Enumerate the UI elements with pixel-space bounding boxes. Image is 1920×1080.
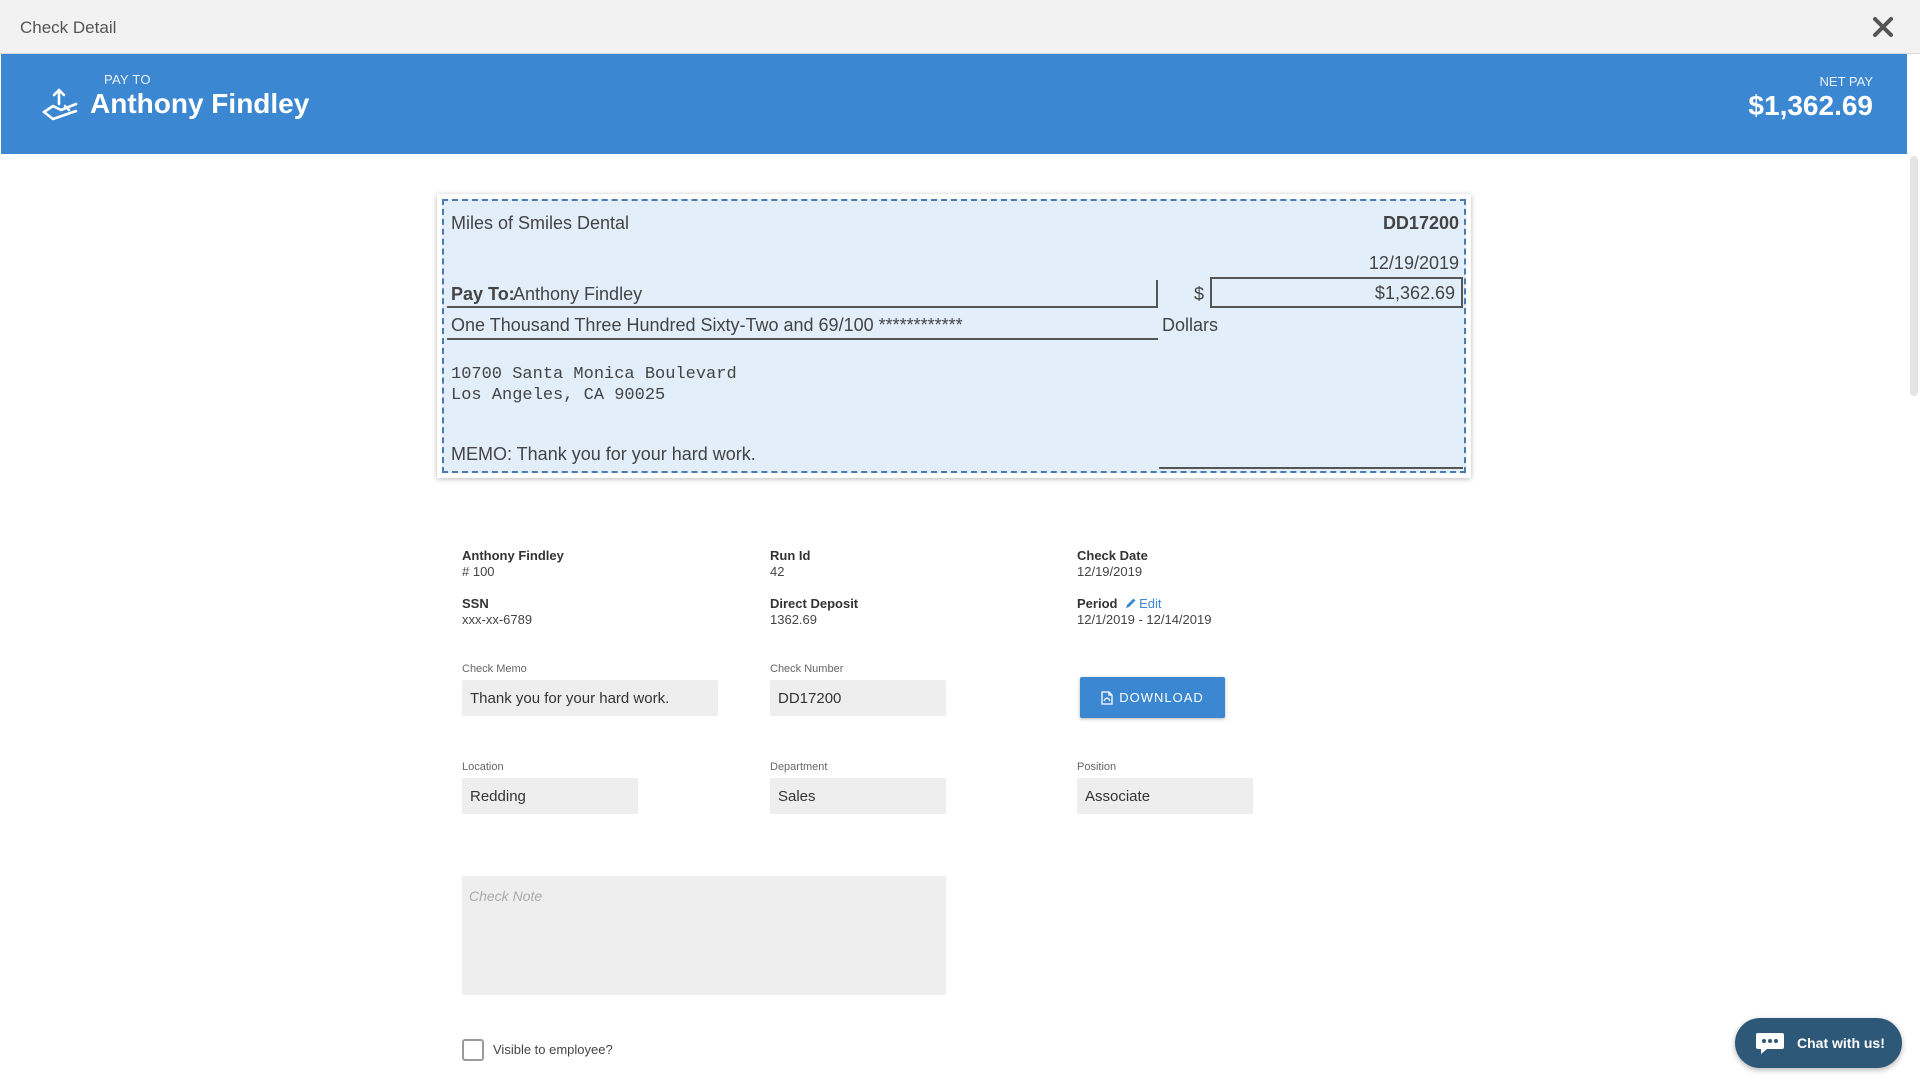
period-value: 12/1/2019 - 12/14/2019 <box>1077 612 1212 627</box>
payee-name: Anthony Findley <box>90 88 310 119</box>
check-number-input[interactable] <box>770 680 946 716</box>
check-preview: Miles of Smiles Dental DD17200 12/19/201… <box>437 194 1471 478</box>
chat-label: Chat with us! <box>1797 1035 1885 1051</box>
location-input[interactable] <box>462 778 638 814</box>
signature-line <box>1159 467 1463 469</box>
direct-deposit-value: 1362.69 <box>770 612 817 627</box>
run-id-label: Run Id <box>770 548 811 563</box>
direct-deposit-info: Direct Deposit 1362.69 <box>770 596 858 628</box>
visible-to-employee-label: Visible to employee? <box>493 1042 613 1057</box>
check-address-line2: Los Angeles, CA 90025 <box>451 386 666 405</box>
check-memo-input[interactable] <box>462 680 718 716</box>
check-date-value: 12/19/2019 <box>1077 564 1143 579</box>
direct-deposit-label: Direct Deposit <box>770 596 859 611</box>
check-note-textarea[interactable] <box>462 876 946 995</box>
pay-header: PAY TO Anthony Findley NET PAY $1,362.69 <box>1 54 1907 154</box>
check-payto-name: Anthony Findley <box>513 284 643 304</box>
title-bar: Check Detail <box>0 0 1920 54</box>
close-icon[interactable] <box>1870 14 1896 40</box>
check-payto-line: Pay To: Anthony Findley <box>447 280 1158 308</box>
position-input[interactable] <box>1077 778 1253 814</box>
payto-label: PAY TO <box>104 72 151 87</box>
check-memo-label: Check Memo <box>462 663 527 675</box>
download-button[interactable]: DOWNLOAD <box>1080 677 1225 718</box>
pencil-icon <box>1126 598 1136 608</box>
window-title: Check Detail <box>20 18 117 37</box>
visible-to-employee-checkbox[interactable] <box>462 1039 484 1061</box>
position-label: Position <box>1077 761 1117 773</box>
check-body: Miles of Smiles Dental DD17200 12/19/201… <box>442 199 1466 473</box>
period-info: Period Edit 12/1/2019 - 12/14/2019 <box>1077 596 1211 628</box>
check-memo: MEMO: Thank you for your hard work. <box>451 444 756 464</box>
net-pay-label: NET PAY <box>1819 74 1873 89</box>
period-edit-label: Edit <box>1139 596 1162 611</box>
check-amount: $1,362.69 <box>1210 277 1463 308</box>
net-pay-value: $1,362.69 <box>1748 90 1873 121</box>
check-number-label: Check Number <box>770 663 844 675</box>
check-dollars-label: Dollars <box>1162 315 1219 335</box>
chat-bubble-icon <box>1756 1033 1784 1054</box>
check-date-info: Check Date 12/19/2019 <box>1077 548 1148 580</box>
employee-number: # 100 <box>462 564 495 579</box>
ssn-label: SSN <box>462 596 489 611</box>
ssn-info: SSN xxx-xx-6789 <box>462 596 532 628</box>
check-address: 10700 Santa Monica Boulevard Los Angeles… <box>451 364 737 406</box>
check-number: DD17200 <box>1382 213 1459 233</box>
scrollbar[interactable] <box>1910 156 1918 396</box>
location-label: Location <box>462 761 504 773</box>
run-id-value: 42 <box>770 564 785 579</box>
check-address-line1: 10700 Santa Monica Boulevard <box>451 365 737 384</box>
chat-button[interactable]: Chat with us! <box>1735 1018 1902 1068</box>
period-label: Period <box>1077 596 1118 611</box>
check-payto-label: Pay To: <box>451 284 515 304</box>
check-company: Miles of Smiles Dental <box>451 213 630 233</box>
employee-name: Anthony Findley <box>462 548 564 563</box>
period-header: Period Edit <box>1077 596 1211 612</box>
download-label: DOWNLOAD <box>1119 690 1204 705</box>
check-date: 12/19/2019 <box>1368 253 1459 273</box>
period-edit-link[interactable]: Edit <box>1125 596 1162 611</box>
department-label: Department <box>770 761 828 773</box>
ssn-value: xxx-xx-6789 <box>462 612 533 627</box>
run-id-info: Run Id 42 <box>770 548 810 580</box>
check-date-label: Check Date <box>1077 548 1148 563</box>
pdf-file-icon <box>1101 690 1113 705</box>
check-dollar-sign: $ <box>1194 284 1205 304</box>
check-amount-words: One Thousand Three Hundred Sixty-Two and… <box>447 311 1158 340</box>
pay-hand-icon <box>41 86 79 124</box>
department-input[interactable] <box>770 778 946 814</box>
employee-info: Anthony Findley # 100 <box>462 548 564 580</box>
